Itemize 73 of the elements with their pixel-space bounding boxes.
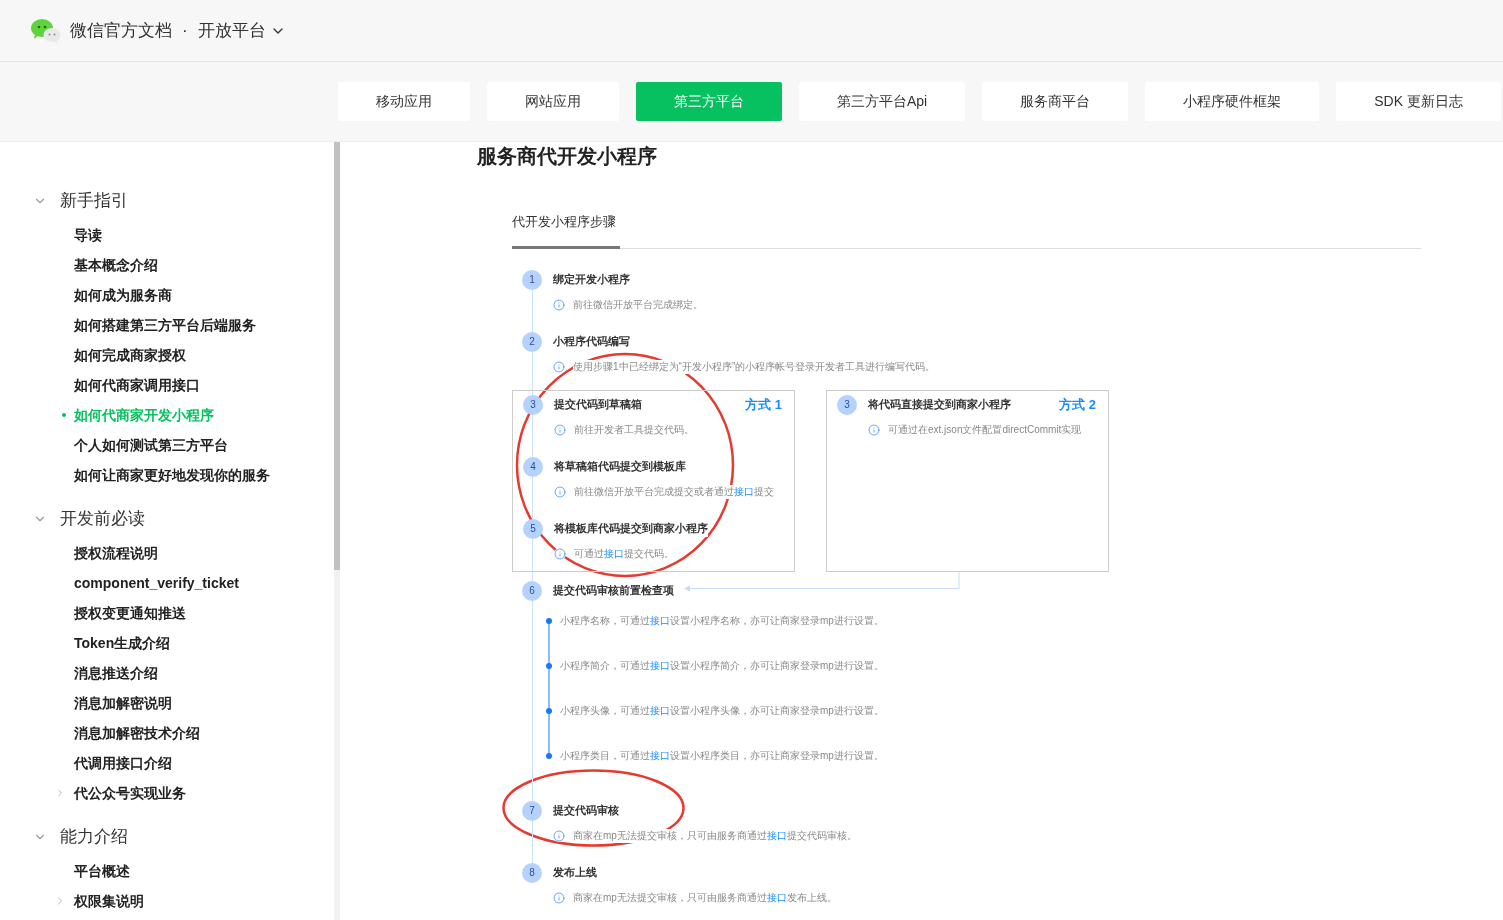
chat-bubbles-logo <box>30 17 61 44</box>
step-title: 将草稿箱代码提交到模板库 <box>554 458 686 475</box>
scrollbar[interactable] <box>334 142 340 920</box>
info-icon <box>553 891 565 904</box>
api-link[interactable]: 接口 <box>650 704 670 716</box>
api-link[interactable]: 接口 <box>734 485 754 497</box>
step-number: 3 <box>523 394 543 415</box>
info-icon <box>553 360 565 373</box>
sidebar-item[interactable]: 如何成为服务商 <box>74 284 172 306</box>
step-number: 4 <box>523 456 543 477</box>
step-title: 提交代码审核 <box>553 802 619 819</box>
sidebar-item[interactable]: 个人如何测试第三方平台 <box>74 434 228 456</box>
nav-tab[interactable]: 第三方平台Api <box>799 82 966 121</box>
section-header[interactable]: 能力介绍 <box>0 822 128 852</box>
sidebar-item[interactable]: 平台概述 <box>74 860 130 882</box>
info-icon <box>554 485 566 498</box>
option-label: 方式 1 <box>745 395 782 414</box>
sidebar-item[interactable]: 消息加解密技术介绍 <box>74 722 200 744</box>
content-tab[interactable]: 代开发小程序步骤 <box>512 212 620 249</box>
nav-tab[interactable]: 小程序硬件框架 <box>1145 82 1320 121</box>
sidebar-item[interactable]: 代公众号实现业务 <box>54 782 186 804</box>
step-number: 8 <box>522 862 542 883</box>
step-number: 2 <box>522 331 542 352</box>
sidebar-item[interactable]: 消息加解密说明 <box>74 692 172 714</box>
platform-dropdown[interactable]: 开放平台 <box>197 17 286 44</box>
sidebar-item[interactable]: 权限集说明 <box>54 890 144 912</box>
api-link[interactable]: 接口 <box>650 749 670 761</box>
sidebar-item[interactable]: 授权变更通知推送 <box>74 602 186 624</box>
step-description: 前往微信开放平台完成提交或者通过接口提交 <box>574 484 774 499</box>
separator: · <box>182 19 188 42</box>
info-icon <box>554 547 566 560</box>
nav-tab[interactable]: 移动应用 <box>338 82 470 121</box>
info-icon <box>553 829 565 842</box>
info-icon <box>868 423 880 436</box>
sidebar-item[interactable]: 代调用接口介绍 <box>74 752 172 774</box>
sidebar-item[interactable]: component_verify_ticket <box>74 572 239 594</box>
option-label: 方式 2 <box>1059 395 1096 414</box>
step-number: 1 <box>522 269 542 290</box>
step-title: 绑定开发小程序 <box>553 271 630 288</box>
site-title[interactable]: 微信官方文档 <box>70 17 172 44</box>
nav-tab[interactable]: 服务商平台 <box>982 82 1129 121</box>
sidebar-item[interactable]: 授权流程说明 <box>74 542 158 564</box>
step-title: 发布上线 <box>553 864 597 881</box>
nav-tab[interactable]: SDK 更新日志 <box>1336 82 1501 121</box>
step-number: 6 <box>522 580 542 601</box>
step-title: 小程序代码编写 <box>553 333 630 350</box>
info-icon <box>554 423 566 436</box>
step-title: 将代码直接提交到商家小程序 <box>868 396 1011 413</box>
step-title: 将模板库代码提交到商家小程序 <box>554 520 708 537</box>
sidebar-item[interactable]: 消息推送介绍 <box>74 662 158 684</box>
step-title: 提交代码到草稿箱 <box>554 396 642 413</box>
section-header[interactable]: 新手指引 <box>0 186 128 216</box>
api-link[interactable]: 接口 <box>766 829 787 841</box>
step-number: 7 <box>522 800 542 821</box>
step-title: 提交代码审核前置检查项 <box>553 583 674 599</box>
sidebar-item[interactable]: 如何完成商家授权 <box>74 344 186 366</box>
info-icon <box>553 298 565 311</box>
step-description: 可通过在ext.json文件配置directCommit实现 <box>888 422 1082 437</box>
sidebar-item[interactable]: 导读 <box>74 224 102 246</box>
page-title: 服务商代开发小程序 <box>477 144 658 168</box>
section-header[interactable]: 开发前必读 <box>0 504 145 534</box>
sidebar-item[interactable]: 基本概念介绍 <box>74 254 158 276</box>
api-link[interactable]: 接口 <box>766 891 787 903</box>
sidebar-item[interactable]: 如何搭建第三方平台后端服务 <box>74 314 256 336</box>
nav-tab[interactable]: 网站应用 <box>487 82 619 121</box>
step-number: 5 <box>523 518 543 539</box>
api-link[interactable]: 接口 <box>650 659 670 671</box>
step-number: 3 <box>837 394 857 415</box>
sidebar-item[interactable]: Token生成介绍 <box>74 632 171 654</box>
api-link[interactable]: 接口 <box>650 614 670 626</box>
api-link[interactable]: 接口 <box>604 547 624 559</box>
sidebar-item[interactable]: 如何让商家更好地发现你的服务 <box>74 464 270 486</box>
sidebar-item[interactable]: 如何代商家调用接口 <box>74 374 200 396</box>
